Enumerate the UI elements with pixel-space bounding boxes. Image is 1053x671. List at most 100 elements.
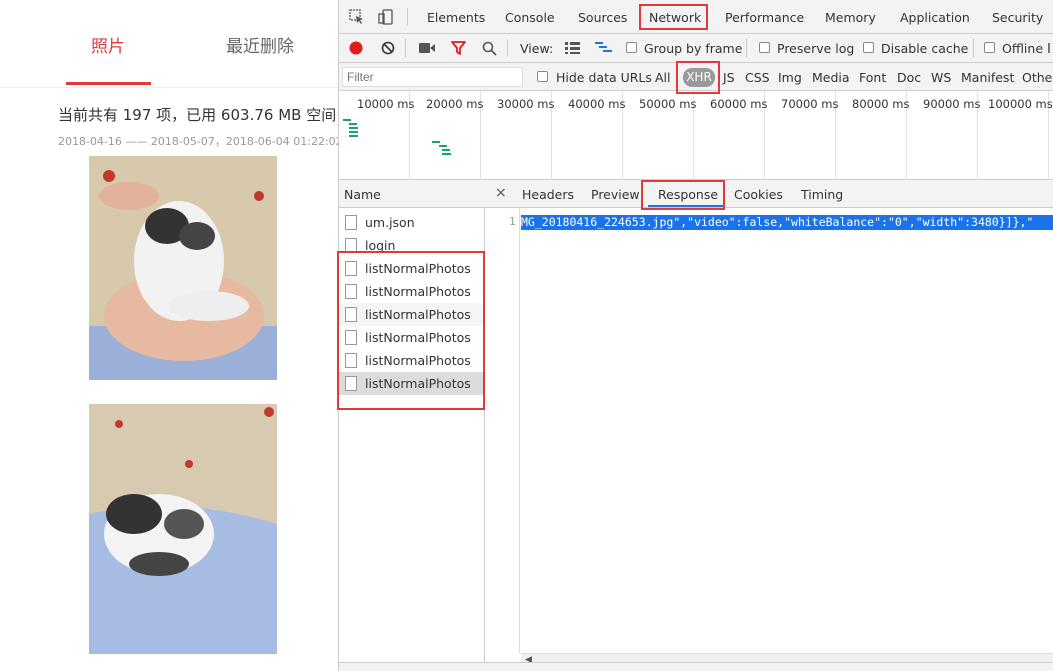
- timeline-bar: [432, 141, 440, 143]
- request-name: listNormalPhotos: [365, 284, 471, 299]
- line-gutter: [485, 208, 520, 653]
- response-body[interactable]: MG_20180416_224653.jpg","video":false,"w…: [521, 215, 1053, 230]
- devtools-panel: Elements Console Sources Network Perform…: [338, 0, 1053, 671]
- timeline-bar: [349, 131, 358, 133]
- clear-icon[interactable]: [381, 41, 395, 58]
- request-name: login: [365, 238, 396, 253]
- tab-response[interactable]: Response: [658, 187, 718, 202]
- tab-photos[interactable]: 照片: [91, 32, 125, 57]
- request-name: listNormalPhotos: [365, 330, 471, 345]
- tab-memory[interactable]: Memory: [825, 10, 876, 25]
- request-row[interactable]: um.json: [339, 211, 484, 234]
- photo-tabs: 照片 最近删除: [0, 0, 338, 88]
- filter-icon[interactable]: [451, 41, 466, 58]
- separator: [405, 39, 406, 57]
- timeline-bar: [442, 149, 450, 151]
- filter-type-all[interactable]: All: [655, 70, 671, 85]
- tab-security[interactable]: Security: [992, 10, 1043, 25]
- tab-timing[interactable]: Timing: [801, 187, 843, 202]
- filter-type-js[interactable]: JS: [723, 70, 735, 85]
- tab-performance[interactable]: Performance: [725, 10, 804, 25]
- date-range: 2018-04-16 —— 2018-05-07，2018-06-04 01:2…: [58, 135, 338, 148]
- close-icon[interactable]: ×: [495, 185, 507, 201]
- timeline-bar: [349, 123, 357, 125]
- request-row[interactable]: login: [339, 234, 484, 257]
- waterfall-icon[interactable]: [595, 42, 612, 57]
- request-row[interactable]: listNormalPhotos: [339, 280, 484, 303]
- separator: [407, 8, 408, 26]
- filter-type-doc[interactable]: Doc: [897, 70, 921, 85]
- filter-type-xhr[interactable]: XHR: [683, 68, 715, 87]
- timeline-label: 90000 ms: [923, 97, 981, 111]
- filter-type-manifest[interactable]: Manifest: [961, 70, 1014, 85]
- timeline-bar: [349, 127, 358, 129]
- device-toolbar-icon[interactable]: [378, 9, 394, 28]
- large-rows-icon[interactable]: [565, 42, 580, 57]
- tab-elements[interactable]: Elements: [427, 10, 485, 25]
- filter-type-img[interactable]: Img: [778, 70, 802, 85]
- timeline-bar: [343, 119, 351, 121]
- tab-cookies[interactable]: Cookies: [734, 187, 783, 202]
- filter-type-css[interactable]: CSS: [745, 70, 770, 85]
- search-icon[interactable]: [482, 41, 497, 59]
- photo-page: 照片 最近删除 当前共有 197 项，已用 603.76 MB 空间 2018-…: [0, 0, 338, 671]
- hide-data-urls-checkbox[interactable]: [537, 71, 548, 82]
- storage-summary: 当前共有 197 项，已用 603.76 MB 空间: [58, 106, 337, 124]
- status-bar: [339, 662, 1053, 671]
- filter-type-media[interactable]: Media: [812, 70, 850, 85]
- tab-application[interactable]: Application: [900, 10, 970, 25]
- timeline-label: 100000 ms: [988, 97, 1053, 111]
- disable-cache-checkbox[interactable]: [863, 42, 874, 53]
- request-row[interactable]: listNormalPhotos: [339, 326, 484, 349]
- timeline-overview[interactable]: 10000 ms 20000 ms 30000 ms 40000 ms 5000…: [339, 91, 1053, 180]
- timeline-bar: [349, 135, 358, 137]
- disable-cache-label: Disable cache: [881, 41, 969, 56]
- request-name: listNormalPhotos: [365, 261, 471, 276]
- filter-type-ws[interactable]: WS: [931, 70, 951, 85]
- timeline-label: 70000 ms: [781, 97, 839, 111]
- tab-recently-deleted[interactable]: 最近删除: [226, 32, 294, 57]
- devtools-tab-bar: Elements Console Sources Network Perform…: [339, 0, 1053, 34]
- group-by-frame-checkbox[interactable]: [626, 42, 637, 53]
- timeline-bar: [439, 145, 447, 147]
- timeline-label: 20000 ms: [426, 97, 484, 111]
- timeline-bar: [442, 153, 451, 155]
- photo-thumbnail[interactable]: [89, 156, 277, 380]
- request-row[interactable]: listNormalPhotos: [339, 349, 484, 372]
- timeline-label: 80000 ms: [852, 97, 910, 111]
- offline-label: Offline: [1002, 41, 1044, 56]
- file-icon: [345, 330, 357, 345]
- file-icon: [345, 307, 357, 322]
- throttling-dropdown-icon[interactable]: [1048, 41, 1053, 58]
- separator: [746, 39, 747, 57]
- tab-preview[interactable]: Preview: [591, 187, 640, 202]
- tab-console[interactable]: Console: [505, 10, 555, 25]
- offline-checkbox[interactable]: [984, 42, 995, 53]
- request-list: Name um.json login listNormalPhotos list…: [339, 180, 485, 671]
- file-icon: [345, 261, 357, 276]
- name-column-header[interactable]: Name: [339, 180, 485, 208]
- timeline-label: 50000 ms: [639, 97, 697, 111]
- record-icon[interactable]: [349, 41, 363, 58]
- view-label: View:: [520, 41, 554, 56]
- request-row[interactable]: listNormalPhotos: [339, 257, 484, 280]
- tab-sources[interactable]: Sources: [578, 10, 627, 25]
- request-name: listNormalPhotos: [365, 353, 471, 368]
- tab-network[interactable]: Network: [649, 10, 701, 25]
- separator: [973, 39, 974, 57]
- request-name: listNormalPhotos: [365, 307, 471, 322]
- inspect-element-icon[interactable]: [349, 9, 365, 28]
- request-row-selected[interactable]: listNormalPhotos: [339, 372, 484, 395]
- request-row[interactable]: listNormalPhotos: [339, 303, 484, 326]
- video-camera-icon[interactable]: [419, 42, 435, 57]
- tab-headers[interactable]: Headers: [522, 187, 574, 202]
- filter-input[interactable]: [342, 67, 523, 87]
- filter-type-other[interactable]: Other: [1022, 70, 1053, 85]
- timeline-label: 10000 ms: [357, 97, 415, 111]
- preserve-log-checkbox[interactable]: [759, 42, 770, 53]
- network-toolbar: View: Group by frame Preserve log Disabl…: [339, 34, 1053, 63]
- filter-type-font[interactable]: Font: [859, 70, 886, 85]
- photo-thumbnail[interactable]: [89, 404, 277, 654]
- request-name: listNormalPhotos: [365, 376, 471, 391]
- file-icon: [345, 238, 357, 253]
